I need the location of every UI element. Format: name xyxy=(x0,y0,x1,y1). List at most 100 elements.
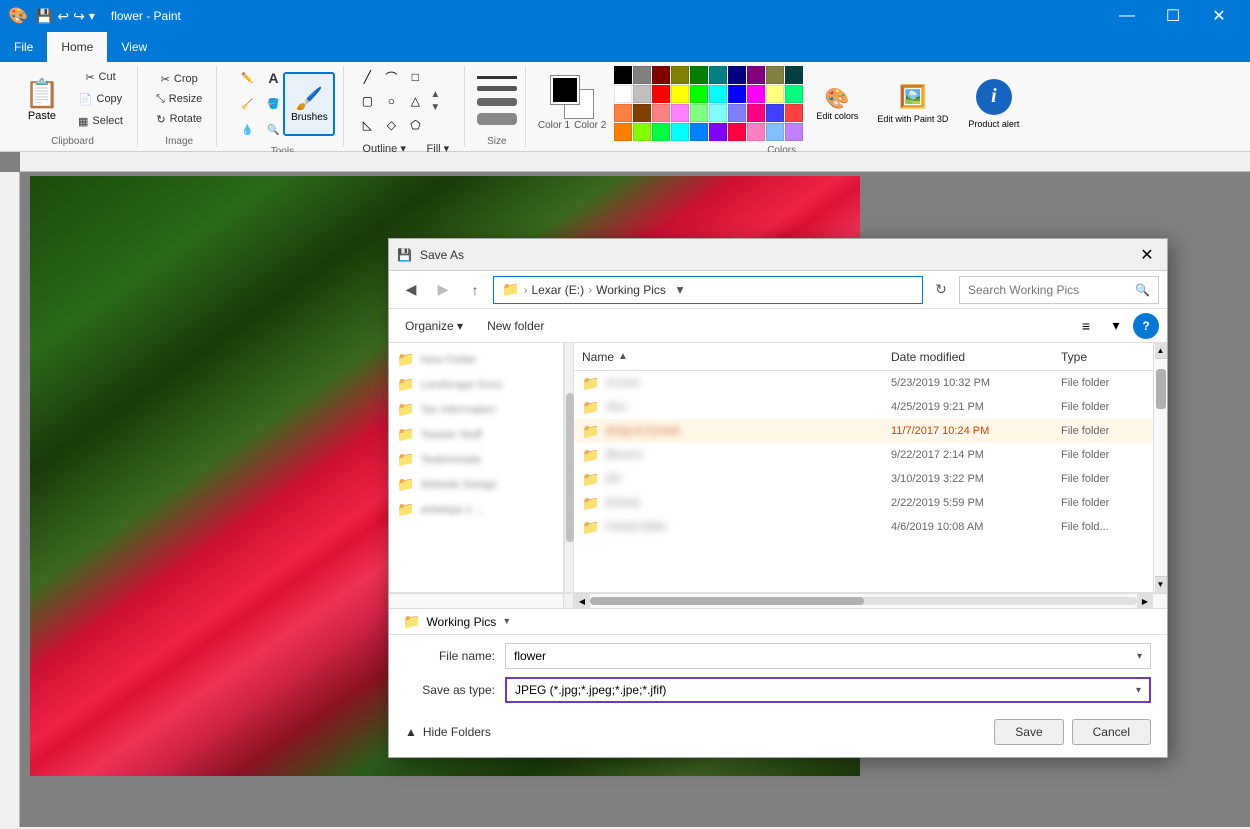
edit-colors-button[interactable]: 🎨 Edit colors xyxy=(811,72,863,136)
color-swatch-1[interactable] xyxy=(633,66,651,84)
view-dropdown-button[interactable]: ▾ xyxy=(1103,313,1129,339)
hide-folders-button[interactable]: ▲ Hide Folders xyxy=(405,725,491,739)
view-toggle-button[interactable]: ≡ xyxy=(1073,313,1099,339)
select-button[interactable]: ▦Select xyxy=(72,111,129,131)
file-row-4[interactable]: 📁Elk 3/10/2019 3:22 PM File folder xyxy=(574,467,1153,491)
size-option-3[interactable] xyxy=(477,98,517,106)
left-item-2[interactable]: 📁 Tax Information xyxy=(389,397,563,422)
color-swatch-22[interactable] xyxy=(652,104,670,122)
hscroll-right-button[interactable]: ▶ xyxy=(1137,594,1153,608)
col-header-name[interactable]: Name ▲ xyxy=(574,343,883,371)
forward-button[interactable]: ▶ xyxy=(429,276,457,304)
col-header-type[interactable]: Type xyxy=(1053,343,1153,371)
file-row-6[interactable]: 📁Partial folder 4/6/2019 10:08 AM File f… xyxy=(574,515,1153,539)
scroll-down-button[interactable]: ▼ xyxy=(1155,576,1167,592)
color-swatch-38[interactable] xyxy=(766,123,784,141)
search-box[interactable]: 🔍 xyxy=(959,276,1159,304)
left-item-3[interactable]: 📁 Toaster Stuff xyxy=(389,422,563,447)
redo-icon[interactable]: ↪ xyxy=(73,8,85,25)
color-swatch-13[interactable] xyxy=(671,85,689,103)
cancel-button[interactable]: Cancel xyxy=(1072,719,1151,745)
shape-line[interactable]: ╱ xyxy=(356,66,378,88)
color-swatch-15[interactable] xyxy=(709,85,727,103)
file-row-5[interactable]: 📁Erlinda 2/22/2019 5:59 PM File folder xyxy=(574,491,1153,515)
color-swatch-5[interactable] xyxy=(709,66,727,84)
color-swatch-19[interactable] xyxy=(785,85,803,103)
color-swatch-39[interactable] xyxy=(785,123,803,141)
left-item-5[interactable]: 📁 Website Design xyxy=(389,472,563,497)
color-swatch-26[interactable] xyxy=(728,104,746,122)
color-swatch-28[interactable] xyxy=(766,104,784,122)
left-item-0[interactable]: 📁 New Folder xyxy=(389,347,563,372)
color-swatch-37[interactable] xyxy=(747,123,765,141)
edit-paint3d-button[interactable]: 🖼️ Edit with Paint 3D xyxy=(871,72,954,136)
color-swatch-30[interactable] xyxy=(614,123,632,141)
filename-input[interactable]: flower ▾ xyxy=(505,643,1151,669)
color-swatch-31[interactable] xyxy=(633,123,651,141)
rotate-button[interactable]: ↻Rotate xyxy=(150,109,208,129)
left-scroll-thumb[interactable] xyxy=(566,393,574,542)
paste-button[interactable]: 📋 Paste xyxy=(16,67,68,131)
color-swatch-9[interactable] xyxy=(785,66,803,84)
window-close-button[interactable]: ✕ xyxy=(1196,0,1242,32)
color-swatch-18[interactable] xyxy=(766,85,784,103)
tab-view[interactable]: View xyxy=(107,32,161,62)
file-row-0[interactable]: 📁Arrows 5/23/2019 10:32 PM File folder xyxy=(574,371,1153,395)
color-swatch-12[interactable] xyxy=(652,85,670,103)
color-swatch-11[interactable] xyxy=(633,85,651,103)
filetype-input[interactable]: JPEG (*.jpg;*.jpeg;*.jpe;*.jfif) ▾ xyxy=(505,677,1151,703)
new-folder-button[interactable]: New folder xyxy=(479,313,552,339)
tab-file[interactable]: File xyxy=(0,32,47,62)
left-item-1[interactable]: 📁 Landscape Docs xyxy=(389,372,563,397)
path-dropdown-button[interactable]: ▾ xyxy=(670,277,690,303)
shape-diamond[interactable]: ◇ xyxy=(380,114,402,136)
back-button[interactable]: ◀ xyxy=(397,276,425,304)
color-swatch-0[interactable] xyxy=(614,66,632,84)
color-swatch-33[interactable] xyxy=(671,123,689,141)
color-swatch-29[interactable] xyxy=(785,104,803,122)
shape-pentagon[interactable]: ⬠ xyxy=(404,114,426,136)
up-button[interactable]: ↑ xyxy=(461,276,489,304)
size-option-2[interactable] xyxy=(477,86,517,91)
size-option-1[interactable] xyxy=(477,76,517,79)
help-button[interactable]: ? xyxy=(1133,313,1159,339)
color-swatch-25[interactable] xyxy=(709,104,727,122)
color-swatch-8[interactable] xyxy=(766,66,784,84)
color-swatch-27[interactable] xyxy=(747,104,765,122)
address-path[interactable]: 📁 › Lexar (E:) › Working Pics ▾ xyxy=(493,276,923,304)
product-alert-button[interactable]: i Product alert xyxy=(962,72,1025,136)
dialog-close-button[interactable]: ✕ xyxy=(1135,243,1159,267)
color-swatch-34[interactable] xyxy=(690,123,708,141)
scroll-track[interactable] xyxy=(1155,359,1167,576)
left-scrollbar[interactable] xyxy=(564,343,574,592)
file-row-3[interactable]: 📁Blooms 9/22/2017 2:14 PM File folder xyxy=(574,443,1153,467)
path-part-folder[interactable]: Working Pics xyxy=(596,283,666,297)
shape-right-triangle[interactable]: ◺ xyxy=(356,114,378,136)
organize-button[interactable]: Organize ▾ xyxy=(397,313,471,339)
copy-button[interactable]: 📄Copy xyxy=(72,89,129,109)
refresh-button[interactable]: ↻ xyxy=(927,276,955,304)
color-swatch-21[interactable] xyxy=(633,104,651,122)
color-swatch-14[interactable] xyxy=(690,85,708,103)
shape-rect[interactable]: □ xyxy=(404,66,426,88)
shape-triangle[interactable]: △ xyxy=(404,90,426,112)
working-pics-expand-button[interactable]: ▾ xyxy=(504,616,509,627)
scroll-thumb[interactable] xyxy=(1156,369,1166,409)
cut-button[interactable]: ✂Cut xyxy=(72,67,129,87)
shape-ellipse[interactable]: ○ xyxy=(380,90,402,112)
color-swatch-4[interactable] xyxy=(690,66,708,84)
hscroll-left-button[interactable]: ◀ xyxy=(574,594,590,608)
tab-home[interactable]: Home xyxy=(47,32,107,62)
save-button[interactable]: Save xyxy=(994,719,1063,745)
color-swatch-24[interactable] xyxy=(690,104,708,122)
hscroll-track[interactable]: ◀ ▶ xyxy=(574,594,1153,608)
file-row-2[interactable]: 📁Array & Curves 11/7/2017 10:24 PM File … xyxy=(574,419,1153,443)
color-1-box[interactable] xyxy=(551,76,579,104)
customize-icon[interactable]: ▾ xyxy=(89,9,95,23)
undo-icon[interactable]: ↩ xyxy=(57,8,69,25)
color-swatch-2[interactable] xyxy=(652,66,670,84)
col-header-date[interactable]: Date modified xyxy=(883,343,1053,371)
color-swatch-32[interactable] xyxy=(652,123,670,141)
color-swatch-10[interactable] xyxy=(614,85,632,103)
right-scrollbar[interactable]: ▲ ▼ xyxy=(1153,343,1167,592)
